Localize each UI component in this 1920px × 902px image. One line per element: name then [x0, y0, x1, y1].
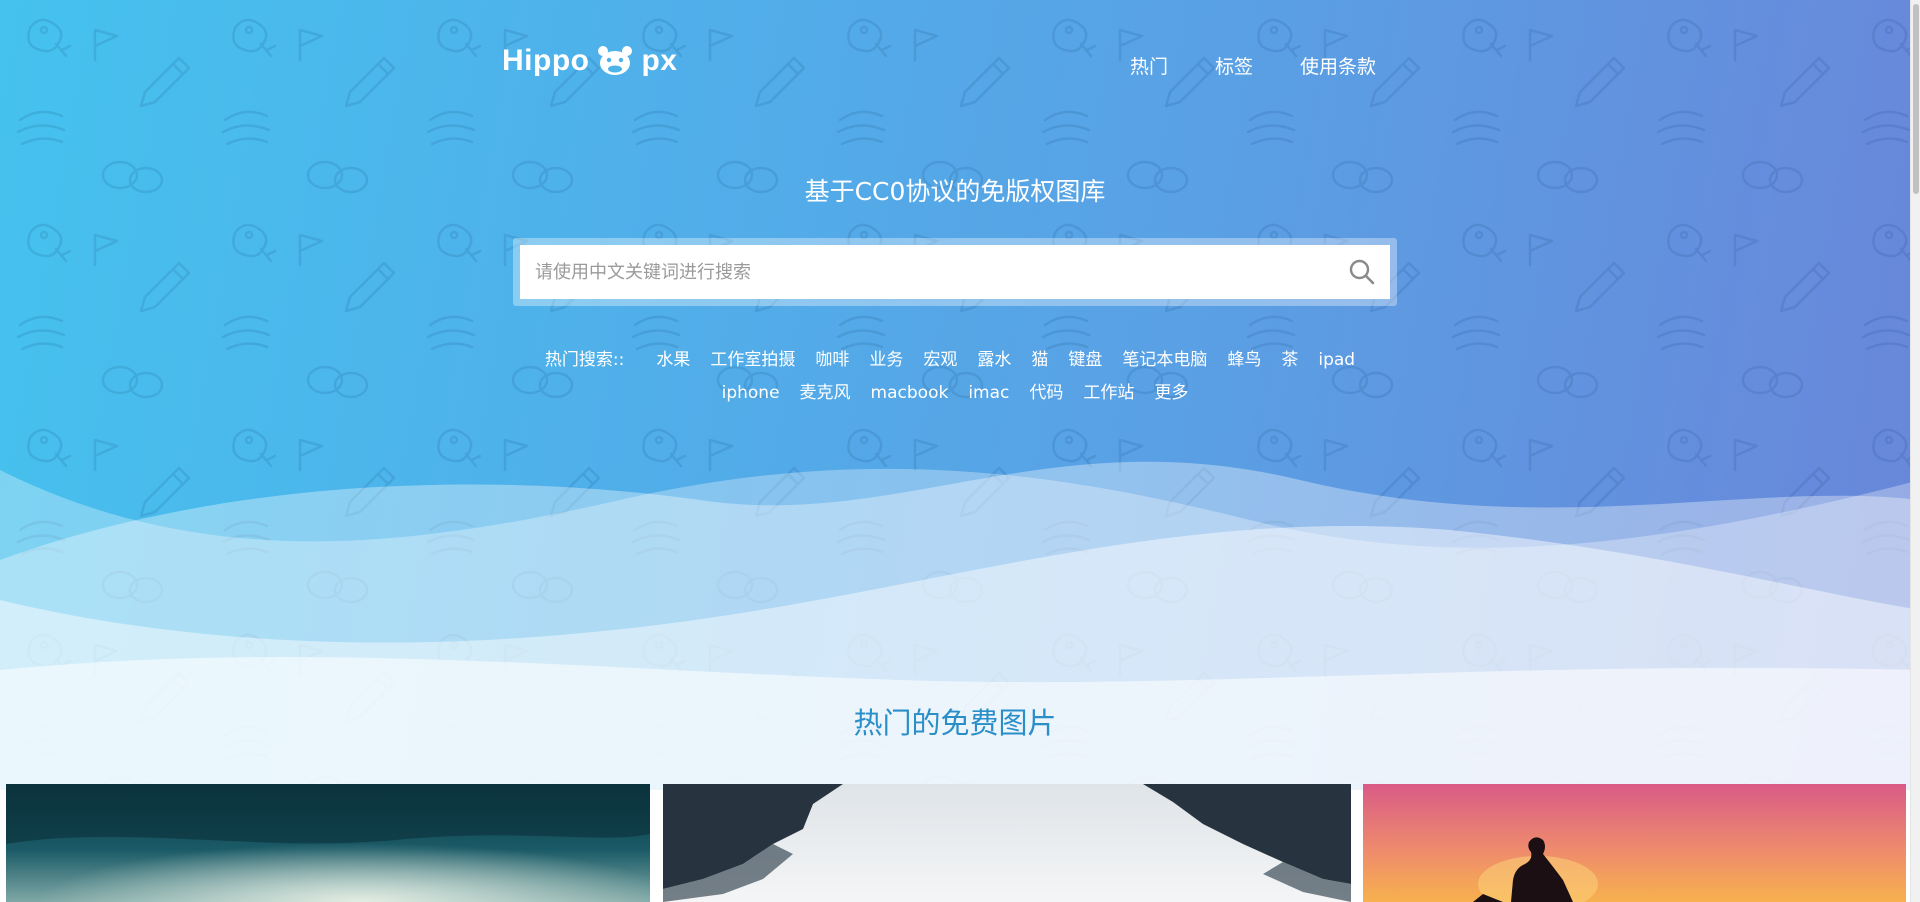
nav-item-terms[interactable]: 使用条款	[1300, 52, 1376, 79]
hot-tag[interactable]: ipad	[1318, 350, 1355, 370]
page-scrollbar[interactable]	[1910, 0, 1920, 902]
hippo-logo-icon	[598, 46, 633, 75]
search-icon	[1349, 259, 1375, 285]
hot-tag[interactable]: 水果	[656, 350, 690, 370]
top-nav: 热门 标签 使用条款	[1130, 52, 1376, 79]
hot-tag[interactable]: 代码	[1029, 383, 1063, 403]
hot-tag-more[interactable]: 更多	[1154, 383, 1188, 403]
photo-image	[6, 784, 650, 902]
search-bar	[513, 238, 1397, 306]
site-logo[interactable]: Hippo px	[502, 44, 678, 78]
hot-tag[interactable]: 咖啡	[815, 350, 849, 370]
hot-tag[interactable]: 宏观	[923, 350, 957, 370]
photo-card-stormy-sea[interactable]	[6, 784, 650, 902]
hot-tag[interactable]: 工作室拍摄	[710, 350, 795, 370]
hot-search-label: 热门搜索::	[544, 350, 625, 370]
section-title: 热门的免费图片	[853, 706, 1057, 740]
hot-tag[interactable]: 笔记本电脑	[1122, 350, 1207, 370]
nav-item-hot[interactable]: 热门	[1130, 52, 1168, 79]
hot-tag[interactable]: imac	[968, 383, 1009, 403]
nav-item-tags[interactable]: 标签	[1215, 52, 1253, 79]
hot-tag[interactable]: 露水	[977, 350, 1011, 370]
hot-tag[interactable]: macbook	[871, 383, 949, 403]
hot-tag[interactable]: 麦克风	[800, 383, 851, 403]
hot-tag[interactable]: 猫	[1031, 350, 1048, 370]
hero-tagline: 基于CC0协议的免版权图库	[804, 177, 1106, 206]
photo-card-sunset-silhouette[interactable]	[1363, 784, 1906, 902]
page: Hippo px 热门 标签 使用条款 基于CC0协议的免版权图库 请使用中文关…	[0, 0, 1920, 902]
photo-image	[1363, 784, 1906, 902]
hot-searches: 热门搜索:: 水果 工作室拍摄 咖啡 业务 宏观 露水猫键盘 笔记本电脑 蜂鸟茶 ipadipho…	[510, 344, 1400, 410]
search-input[interactable]	[520, 247, 1334, 297]
hot-tag[interactable]: 键盘	[1068, 350, 1102, 370]
search-box	[520, 245, 1390, 299]
hot-tag[interactable]: iphone	[722, 383, 780, 403]
hot-tag[interactable]: 茶	[1281, 350, 1298, 370]
photo-image	[663, 784, 1351, 902]
search-button[interactable]	[1334, 245, 1390, 299]
hot-tag[interactable]: 蜂鸟	[1227, 350, 1261, 370]
scrollbar-thumb[interactable]	[1913, 4, 1919, 194]
hot-tag[interactable]: 业务	[869, 350, 903, 370]
photo-card-misty-forest[interactable]	[663, 784, 1351, 902]
logo-text-right: px	[641, 44, 678, 77]
logo-text-left: Hippo	[502, 44, 590, 77]
hot-tag[interactable]: 工作站	[1083, 383, 1134, 403]
